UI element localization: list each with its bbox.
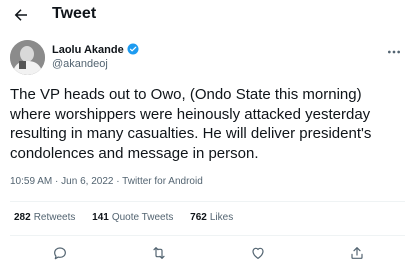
tweet-date[interactable]: Jun 6, 2022 [61,176,113,187]
tweet-source[interactable]: Twitter for Android [122,176,203,187]
meta-separator: · [116,176,120,187]
more-options-icon[interactable] [386,44,402,60]
top-bar: Tweet [0,0,409,30]
quote-tweets-stat[interactable]: 141 Quote Tweets [92,212,173,224]
reply-icon[interactable] [52,245,68,261]
author-handle[interactable]: @akandeoj [52,58,108,71]
retweet-icon[interactable] [151,245,167,261]
quote-tweets-label: Quote Tweets [111,212,174,223]
retweets-stat[interactable]: 282 Retweets [14,212,75,224]
verified-badge-icon [127,43,139,55]
tweet-text: The VP heads out to Owo, (Ondo State thi… [10,86,372,162]
retweets-label: Retweets [33,212,76,223]
engagement-stats: 282 Retweets 141 Quote Tweets 762 Likes [14,212,247,224]
arrow-left-icon[interactable] [12,6,30,24]
meta-separator: · [55,176,59,187]
tweet-meta: 10:59 AM · Jun 6, 2022 · Twitter for And… [10,176,203,188]
author-name-text: Laolu Akande [52,44,124,56]
author-name[interactable]: Laolu Akande [52,43,139,57]
tweet-time[interactable]: 10:59 AM [10,176,52,187]
likes-label: Likes [209,212,234,223]
divider [10,201,405,202]
like-icon[interactable] [250,245,266,261]
divider [10,235,405,236]
quote-tweets-count: 141 [92,212,109,223]
likes-stat[interactable]: 762 Likes [190,212,233,224]
avatar-image [10,40,45,75]
share-icon[interactable] [349,245,365,261]
avatar[interactable] [10,40,45,75]
retweets-count: 282 [14,212,31,223]
likes-count: 762 [190,212,207,223]
page-title: Tweet [52,5,97,22]
